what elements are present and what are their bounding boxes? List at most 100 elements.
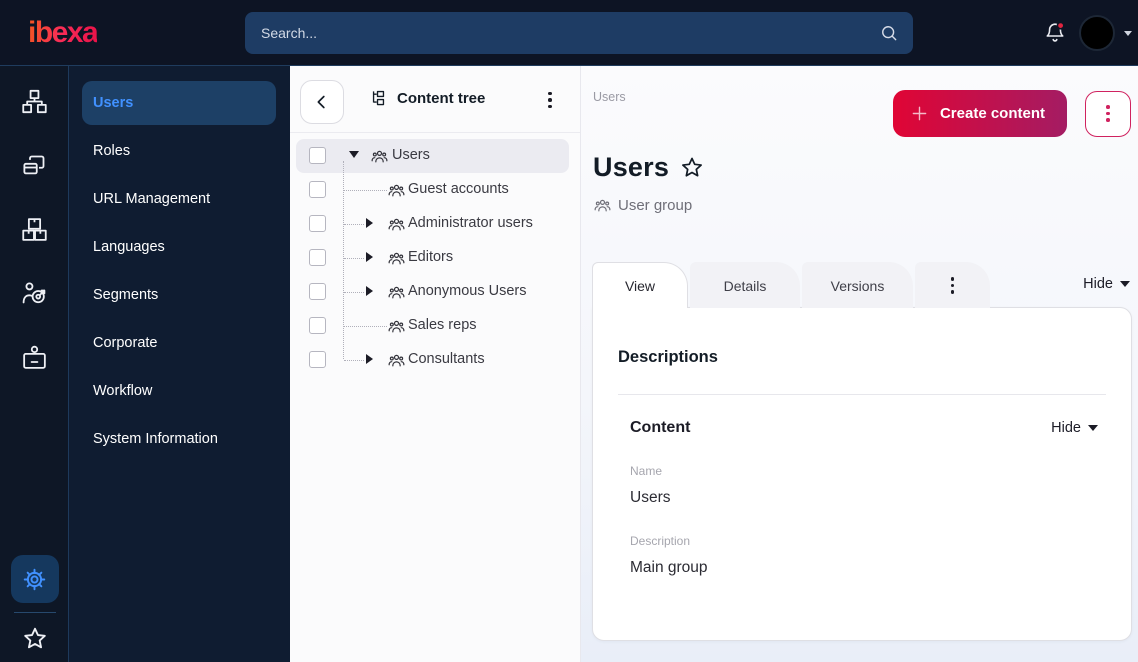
tree-options-kebab-button[interactable] — [538, 88, 562, 112]
tab-label: Details — [723, 277, 767, 294]
tree-item-label: Editors — [408, 249, 454, 265]
user-group-icon — [388, 352, 405, 369]
collapsed-caret-icon[interactable] — [366, 218, 373, 228]
section-title: Content — [630, 419, 691, 436]
tree-item-guest-accounts[interactable]: Guest accounts — [296, 173, 569, 207]
product-boxes-icon — [21, 216, 48, 243]
search-icon[interactable] — [879, 23, 899, 43]
hide-section-button[interactable]: Hide — [1051, 420, 1098, 436]
nav-pages[interactable] — [12, 143, 56, 187]
tree-checkbox[interactable] — [309, 283, 326, 300]
hide-tabs-button[interactable]: Hide — [1083, 276, 1130, 292]
tree-checkbox[interactable] — [309, 317, 326, 334]
field-value-name: Users — [630, 489, 671, 506]
tree-connector-line — [344, 292, 364, 293]
ibexa-logo[interactable]: ibexa — [28, 15, 99, 51]
create-content-button[interactable]: Create content — [892, 90, 1067, 137]
topbar: ibexa — [0, 0, 1138, 66]
user-group-icon — [388, 216, 405, 233]
hide-label: Hide — [1051, 420, 1081, 436]
tree-connector-line — [344, 190, 387, 191]
tree-checkbox[interactable] — [309, 181, 326, 198]
admin-sidebar: Users Roles URL Management Languages Seg… — [69, 66, 290, 662]
user-avatar[interactable] — [1079, 15, 1115, 51]
tree-checkbox[interactable] — [309, 147, 326, 164]
tree-item-anonymous-users[interactable]: Anonymous Users — [296, 275, 569, 309]
tree-item-label: Guest accounts — [408, 181, 509, 197]
tree-item-label: Consultants — [408, 351, 485, 367]
nav-corporate-account[interactable] — [12, 335, 56, 379]
user-menu-caret-icon[interactable] — [1124, 30, 1132, 36]
bookmark-star-icon[interactable] — [679, 155, 705, 181]
tree-item-administrator-users[interactable]: Administrator users — [296, 207, 569, 241]
collapsed-caret-icon[interactable] — [366, 252, 373, 262]
tree-item-users[interactable]: Users — [296, 139, 569, 173]
tab-label: View — [624, 277, 656, 294]
tab-label: Versions — [830, 277, 885, 294]
tab-view[interactable]: View — [592, 262, 688, 309]
main-content: Users Create content Users User group Vi… — [581, 66, 1138, 662]
caret-down-icon — [1120, 281, 1130, 287]
tree-item-label: Administrator users — [408, 215, 533, 231]
nav-admin-settings[interactable] — [10, 555, 59, 603]
breadcrumb[interactable]: Users — [593, 90, 626, 104]
sidebar-item-url-management[interactable]: URL Management — [82, 177, 276, 221]
caret-down-icon — [1088, 425, 1098, 431]
nav-product-catalog[interactable] — [12, 207, 56, 251]
user-group-icon — [594, 197, 611, 214]
chevron-left-icon — [311, 91, 333, 113]
sidebar-item-languages[interactable]: Languages — [82, 225, 276, 269]
tree-item-label: Sales reps — [408, 317, 477, 333]
collapse-tree-button[interactable] — [300, 80, 344, 124]
sidebar-item-workflow[interactable]: Workflow — [82, 369, 276, 413]
content-tree-list: Users Guest accounts Administrator users… — [290, 133, 580, 377]
sidebar-item-users[interactable]: Users — [82, 81, 276, 125]
content-tree-icon — [370, 89, 389, 108]
user-group-icon — [388, 318, 405, 335]
sidebar-item-label: URL Management — [93, 191, 211, 207]
tree-item-consultants[interactable]: Consultants — [296, 343, 569, 377]
personalization-target-icon — [21, 280, 48, 307]
sitemap-icon — [21, 88, 48, 115]
tree-item-editors[interactable]: Editors — [296, 241, 569, 275]
kebab-icon — [548, 91, 552, 109]
field-value-description: Main group — [630, 559, 708, 576]
sidebar-item-label: Users — [93, 95, 134, 111]
tree-connector-line — [344, 360, 364, 361]
tab-versions[interactable]: Versions — [802, 262, 913, 308]
view-tab-card: Descriptions Content Hide Name Users Des… — [592, 307, 1132, 641]
sidebar-item-system-information[interactable]: System Information — [82, 417, 276, 461]
expanded-caret-icon[interactable] — [349, 151, 359, 158]
search-input[interactable] — [245, 25, 879, 41]
tab-details[interactable]: Details — [690, 262, 800, 308]
sidebar-item-label: Segments — [93, 287, 159, 303]
sidebar-item-segments[interactable]: Segments — [82, 273, 276, 317]
gear-icon — [21, 566, 48, 593]
tree-item-label: Users — [392, 147, 430, 163]
content-tree-panel: Content tree Users Guest accounts Admini… — [290, 66, 581, 662]
tree-checkbox[interactable] — [309, 249, 326, 266]
global-search — [245, 12, 913, 54]
tree-checkbox[interactable] — [309, 351, 326, 368]
content-section: Content Hide Name Users Description Main… — [618, 419, 1106, 577]
tree-checkbox[interactable] — [309, 215, 326, 232]
collapsed-caret-icon[interactable] — [366, 286, 373, 296]
sidebar-item-roles[interactable]: Roles — [82, 129, 276, 173]
page-title: Users — [593, 152, 670, 182]
card-divider — [618, 394, 1106, 395]
star-icon — [21, 625, 49, 653]
nav-content-structure[interactable] — [12, 79, 56, 123]
notifications-bell-icon[interactable] — [1043, 21, 1067, 45]
sidebar-item-corporate[interactable]: Corporate — [82, 321, 276, 365]
user-group-icon — [388, 250, 405, 267]
nav-bookmarks[interactable] — [13, 622, 57, 656]
content-options-kebab-button[interactable] — [1085, 90, 1131, 137]
collapsed-caret-icon[interactable] — [366, 354, 373, 364]
plus-icon — [909, 103, 930, 124]
nav-personalization[interactable] — [12, 271, 56, 315]
field-label-description: Description — [630, 534, 691, 548]
tree-item-sales-reps[interactable]: Sales reps — [296, 309, 569, 343]
hide-label: Hide — [1083, 276, 1113, 292]
tab-more-kebab[interactable] — [915, 262, 990, 308]
sidebar-item-label: Corporate — [93, 335, 158, 351]
